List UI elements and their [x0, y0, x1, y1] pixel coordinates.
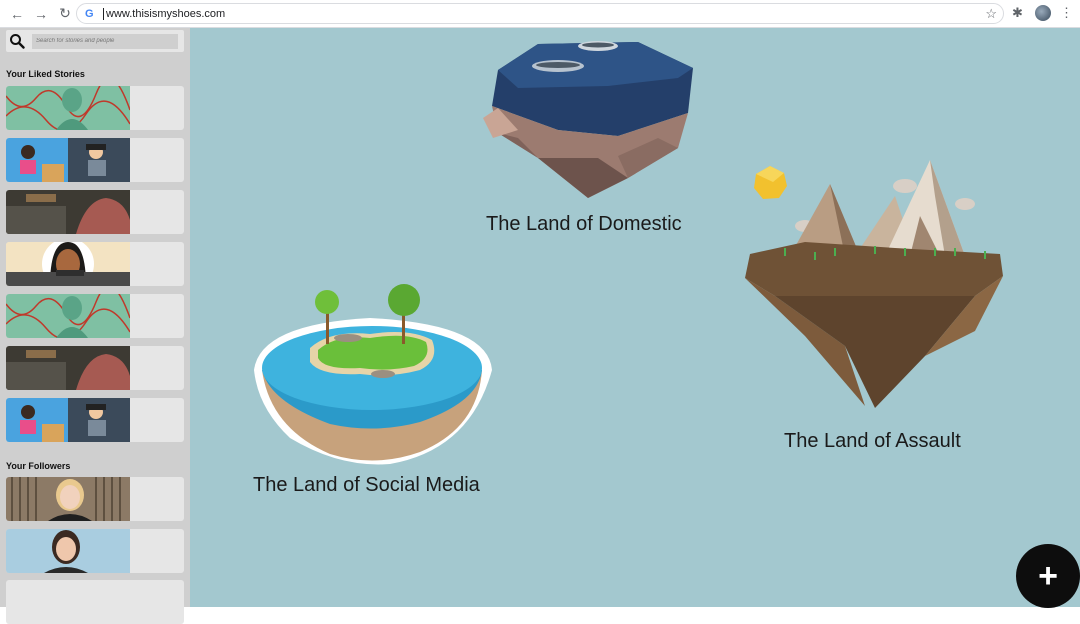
follower-card[interactable] — [6, 477, 184, 521]
story-thumbnail — [6, 242, 130, 286]
search-input[interactable] — [32, 33, 178, 49]
follower-photo — [6, 477, 130, 521]
story-thumbnail — [6, 398, 130, 442]
back-icon[interactable]: ← — [6, 3, 28, 25]
more-menu-icon[interactable]: ⋮ — [1060, 5, 1073, 21]
profile-avatar[interactable] — [1035, 5, 1051, 21]
liked-story-card[interactable] — [6, 86, 184, 130]
add-button[interactable]: + — [1016, 544, 1080, 608]
domestic-land-label[interactable]: The Land of Domestic — [486, 213, 682, 236]
extensions-icon[interactable]: ✱ — [1012, 5, 1023, 21]
assault-island[interactable] — [745, 156, 1010, 414]
story-thumbnail — [6, 294, 130, 338]
google-icon: G — [85, 7, 94, 20]
address-bar[interactable]: G www.thisismyshoes.com ☆ — [76, 3, 1004, 24]
bookmark-star-icon[interactable]: ☆ — [985, 6, 997, 22]
liked-stories-title: Your Liked Stories — [6, 69, 85, 79]
follower-card[interactable] — [6, 529, 184, 573]
story-thumbnail — [6, 346, 130, 390]
story-thumbnail — [6, 138, 130, 182]
url-text[interactable]: www.thisismyshoes.com — [103, 7, 225, 20]
liked-story-card[interactable] — [6, 242, 184, 286]
liked-story-card[interactable] — [6, 190, 184, 234]
plus-icon: + — [1038, 556, 1058, 595]
liked-story-card[interactable] — [6, 398, 184, 442]
lands-map: The Land of Domestic The Land of Assault — [190, 28, 1080, 607]
search-icon[interactable] — [6, 33, 28, 49]
sidebar: Your Liked Stories — [0, 28, 190, 624]
forward-icon[interactable]: → — [30, 3, 52, 25]
social-media-land-label[interactable]: The Land of Social Media — [253, 474, 480, 497]
liked-story-card[interactable] — [6, 346, 184, 390]
assault-land-label[interactable]: The Land of Assault — [784, 430, 961, 453]
domestic-island[interactable] — [478, 38, 703, 203]
followers-title: Your Followers — [6, 461, 71, 471]
reload-icon[interactable]: ↻ — [54, 3, 76, 25]
search-bar — [6, 30, 184, 52]
liked-story-card[interactable] — [6, 294, 184, 338]
story-thumbnail — [6, 86, 130, 130]
follower-photo — [6, 529, 130, 573]
story-thumbnail — [6, 190, 130, 234]
follower-card[interactable] — [6, 580, 184, 624]
social-media-island[interactable] — [250, 278, 495, 468]
browser-toolbar: ← → ↻ G www.thisismyshoes.com ☆ ✱ ⋮ — [0, 0, 1080, 28]
liked-story-card[interactable] — [6, 138, 184, 182]
